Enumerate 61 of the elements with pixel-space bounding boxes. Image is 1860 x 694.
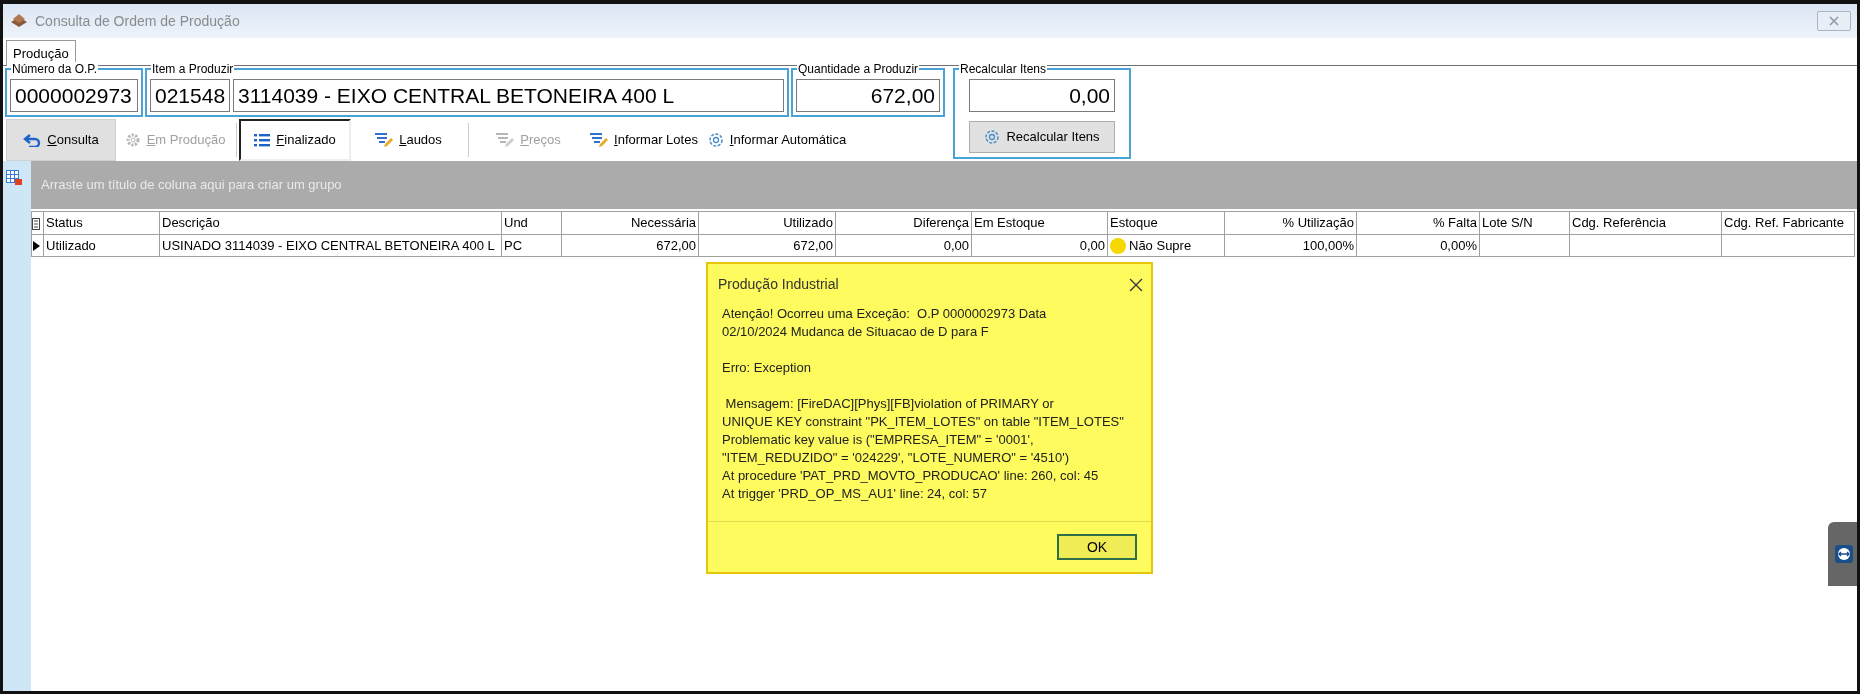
- input-field[interactable]: 3114039 - EIXO CENTRAL BETONEIRA 400 L: [233, 79, 784, 112]
- column-header[interactable]: % Falta: [1356, 211, 1480, 234]
- toolbar-button[interactable]: Informar Lotes: [586, 119, 702, 161]
- pen-lines-icon: [590, 132, 609, 148]
- close-icon: [1129, 277, 1143, 292]
- dialog-title: Produção Industrial: [718, 275, 839, 295]
- message-text: Atenção! Ocorreu uma Exceção: O.P 0000002973 Data 02/10/2024 Mudanca de Situacao de D para F: [722, 305, 1048, 342]
- column-header[interactable]: Em Estoque: [971, 211, 1108, 234]
- column-header[interactable]: Und: [501, 211, 562, 234]
- table-cell: 0,00: [971, 234, 1108, 257]
- input-field[interactable]: 672,00: [796, 79, 940, 112]
- gear-icon: [124, 132, 141, 148]
- toolbar-button[interactable]: Laudos: [351, 119, 466, 161]
- group-label: Recalcular Itens: [959, 62, 1048, 76]
- close-icon: [1829, 16, 1839, 26]
- column-header[interactable]: Estoque: [1107, 211, 1225, 234]
- group-hint: Arraste um título de coluna aqui para criar um grupo: [41, 176, 342, 195]
- pen-lines-icon: [496, 132, 515, 148]
- arrows-icon: [1835, 545, 1853, 563]
- column-header[interactable]: Diferença: [835, 211, 972, 234]
- gear-cycle-icon: [984, 129, 1001, 145]
- side-tab[interactable]: [1828, 522, 1857, 586]
- close-button[interactable]: [1817, 11, 1851, 31]
- column-header[interactable]: Lote S/N: [1479, 211, 1570, 234]
- column-header[interactable]: Status: [43, 211, 160, 234]
- message-text: Mensagem: [FireDAC][Phys][FB]violation of PRIMARY or UNIQUE KEY constraint "PK_ITEM_LOTES" on table "ITEM_LOTES" Problematic key value is ("EMPRESA_ITEM" = '0001', "ITEM_REDUZIDO" = '024229', "LOTE_NUMERO" = '4510') At procedure 'PAT_PRD_MOVTO_PRODUCAO' line: 260, col: 45 At trigger 'PRD_OP_MS_AU1' line: 24, col: 57: [722, 395, 1125, 504]
- group-label: Item a Produzir: [151, 62, 235, 76]
- input-field[interactable]: 0000002973: [10, 79, 138, 112]
- table-cell: PC: [501, 234, 562, 257]
- table-cell: 672,00: [561, 234, 699, 257]
- stack-icon: [9, 12, 29, 30]
- table-cell: USINADO 3114039 - EIXO CENTRAL BETONEIRA 400 L: [159, 234, 502, 257]
- grid-icon: [6, 169, 23, 186]
- message-text: Erro: Exception: [722, 359, 812, 378]
- back-arrow-icon: [23, 133, 42, 147]
- column-header[interactable]: Necessária: [561, 211, 699, 234]
- toolbar-button[interactable]: Finalizado: [239, 119, 351, 161]
- pen-lines-icon: [375, 132, 394, 148]
- table-cell: 100,00%: [1224, 234, 1357, 257]
- column-header[interactable]: Cdg. Ref. Fabricante: [1721, 211, 1855, 234]
- gear-cycle-icon: [707, 132, 724, 148]
- toolbar-button[interactable]: Informar Automática: [702, 119, 852, 161]
- recalculate-button[interactable]: Recalcular Itens: [969, 121, 1115, 153]
- column-header[interactable]: % Utilização: [1224, 211, 1357, 234]
- input-field[interactable]: 0,00: [969, 79, 1115, 112]
- column-header[interactable]: Descrição: [159, 211, 502, 234]
- table-cell: 672,00: [698, 234, 836, 257]
- table-cell: Utilizado: [43, 234, 160, 257]
- input-field[interactable]: 021548: [150, 79, 230, 112]
- table-cell: 0,00%: [1356, 234, 1480, 257]
- table-cell: Não Supre: [1129, 237, 1192, 253]
- window-title: Consulta de Ordem de Produção: [35, 11, 240, 31]
- column-header[interactable]: Cdg. Referência: [1569, 211, 1722, 234]
- column-chooser-icon: [32, 217, 40, 230]
- column-header[interactable]: Utilizado: [698, 211, 836, 234]
- table-cell: 0,00: [835, 234, 972, 257]
- group-label: Número da O.P.: [11, 62, 99, 76]
- ok-button[interactable]: OK: [1057, 534, 1137, 561]
- group-label: Quantidade a Produzir: [797, 62, 920, 76]
- list-icon: [254, 133, 271, 147]
- toolbar-button[interactable]: Consulta: [6, 119, 116, 161]
